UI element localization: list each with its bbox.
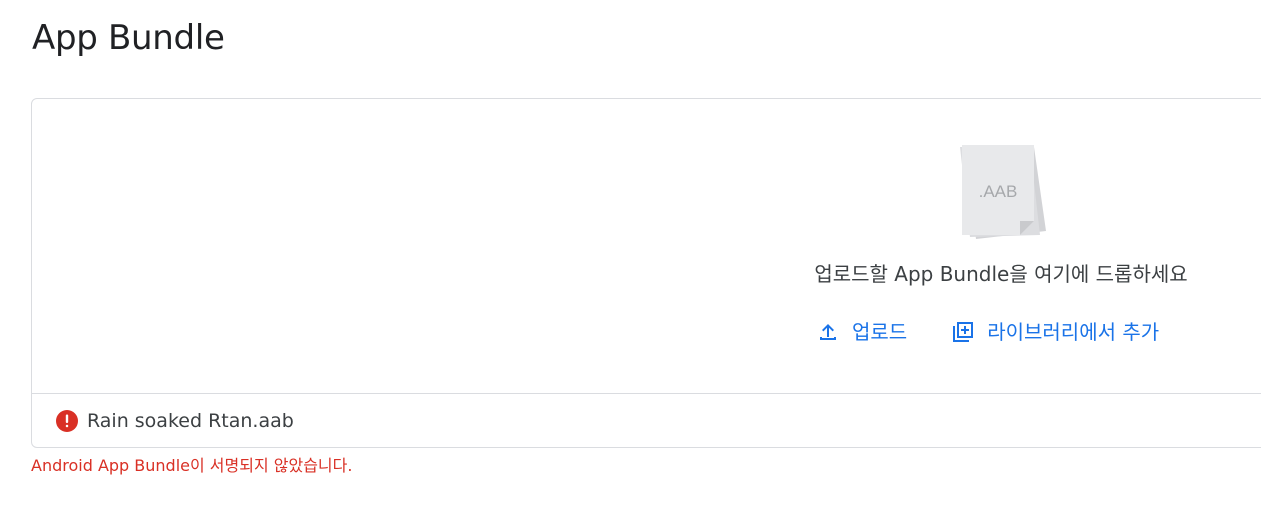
divider [32, 393, 1261, 394]
drop-instruction: 업로드할 App Bundle을 여기에 드롭하세요 [814, 262, 1188, 286]
file-name: Rain soaked Rtan.aab [87, 410, 294, 432]
uploaded-file-row: Rain soaked Rtan.aab [55, 404, 294, 438]
aab-file-icon: .AAB [960, 145, 1046, 239]
error-icon [56, 410, 78, 432]
upload-icon [820, 324, 836, 340]
library-add-icon [953, 322, 974, 342]
add-from-library-button[interactable]: 라이브러리에서 추가 [947, 315, 1163, 349]
upload-card: .AAB 업로드할 App Bundle을 여기에 드롭하세요 업로드 라이브러… [31, 98, 1261, 448]
page: App Bundle .AAB 업로드할 App Bundle을 여기에 드롭하… [0, 0, 1261, 523]
upload-button[interactable]: 업로드 [812, 315, 911, 349]
action-row: 업로드 라이브러리에서 추가 [812, 315, 1163, 349]
drop-zone[interactable]: .AAB 업로드할 App Bundle을 여기에 드롭하세요 업로드 라이브러… [32, 99, 1261, 394]
error-message: Android App Bundle이 서명되지 않았습니다. [31, 456, 353, 475]
page-title: App Bundle [32, 18, 225, 58]
file-badge-text: .AAB [979, 182, 1018, 201]
library-label: 라이브러리에서 추가 [987, 320, 1160, 344]
upload-label: 업로드 [852, 320, 908, 344]
